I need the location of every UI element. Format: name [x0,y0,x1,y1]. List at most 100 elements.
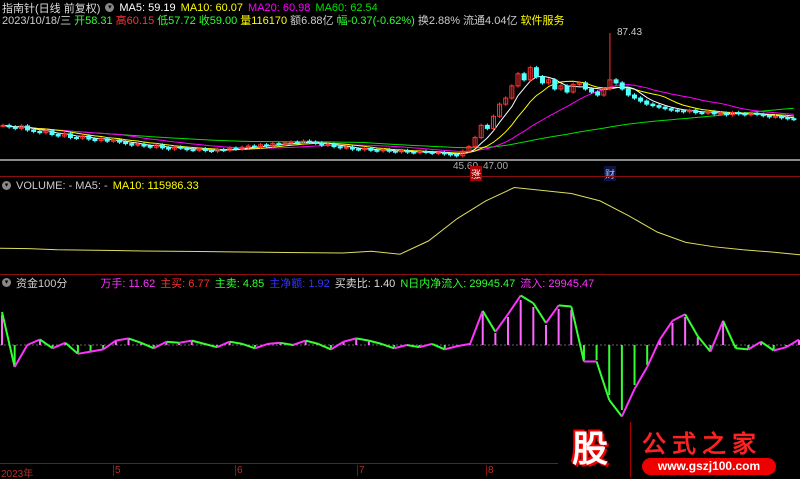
fund-line-segment [709,320,725,352]
stock-chart-window: 指南针(日线 前复权) ▾ MA5: 59.19 MA10: 60.07 MA2… [0,0,800,479]
fund-line-segment [204,342,218,349]
limit-up-tag[interactable]: 涨 [470,166,482,181]
candle-body [123,141,129,145]
indicator-settings-icon[interactable]: ▾ [2,278,11,287]
candle-body [423,150,429,153]
candle-body [674,109,680,112]
fund-bar [519,300,522,345]
fund-bar [76,345,79,353]
candle-body [589,88,595,93]
axis-label: 5 [113,465,121,476]
fund-bar [595,345,598,360]
candle-body [37,130,43,134]
fund-bar [608,345,611,395]
fund-line-segment [608,399,623,418]
candle-body [264,144,270,147]
candle-body [582,82,588,90]
buy-sell-ratio-label: 买卖比: 1.40 [334,277,396,290]
candle-body [435,152,441,155]
fund-line-segment [267,341,281,345]
volume-settings-icon[interactable]: ▾ [2,181,11,190]
fund-line-segment [26,338,41,346]
fund-line-segment [52,341,66,350]
candle-body [178,146,184,149]
fund-line-segment [356,337,370,342]
volume-header: ▾ VOLUME: - MA5: - MA10: 115986.33 [2,179,199,192]
candle-body [484,124,490,129]
fund-line-segment [457,342,471,348]
fund-bar [481,314,484,345]
panel-divider [0,176,800,177]
watermark-logo: 股 公式之家 www.gszj100.com [558,420,800,479]
fund-bar [557,309,560,345]
candle-body [159,144,165,149]
fund-line-segment [330,340,345,351]
candle-body [221,149,227,152]
candle-body [754,112,760,115]
candle-body [233,147,239,150]
candle-body [411,151,417,154]
candle-body [785,117,791,120]
fund-line-segment [481,310,497,333]
candle-body [405,150,411,153]
axis-label: 2023年 [1,469,34,479]
candle-body [540,76,546,84]
fund-line-segment [697,335,712,353]
fund-line-segment [191,339,205,345]
candle-body [662,106,668,110]
finance-tag[interactable]: 财 [604,166,616,181]
fund-line-segment [431,342,446,351]
fund-line-segment [545,304,560,324]
fund-bar [684,317,687,345]
fund-line-segment [672,313,686,322]
candle-body [631,94,637,99]
candle-body [337,146,343,149]
main-sell-label: 主卖: 4.85 [214,277,265,290]
candle-body [31,129,37,132]
fund-bar [532,307,535,345]
max-price-label: 87.43 [617,27,643,38]
candle-body [184,147,190,151]
fund-line-segment [595,361,611,401]
fund-line-segment [760,340,775,352]
candle-body [736,112,742,115]
logo-name: 公式之家 [642,431,762,458]
axis-label: 8 [486,465,494,476]
fund-line-segment [747,340,762,351]
chart-canvas[interactable] [0,0,800,479]
candle-body [613,79,619,84]
main-net-label: 主净额: 1.92 [269,277,330,290]
fund-line-segment [785,338,800,349]
candle-body [55,133,61,137]
candle-body [331,143,337,148]
candle-body [25,125,31,131]
candle-body [374,149,380,152]
volume-ma10-label: MA10: 115986.33 [112,179,199,192]
fund-line-segment [444,345,458,351]
candle-body [190,149,196,152]
candle-body [595,91,601,96]
fund-line-segment [216,340,231,349]
fund-bar [722,323,725,345]
candle-body [368,147,374,151]
candle-body [276,143,282,146]
candle-body [307,140,313,143]
fund-bar [570,310,573,345]
fund-line-segment [684,313,699,337]
fund-line-segment [558,304,572,308]
candle-body [288,141,294,144]
fund-line-segment [229,340,243,345]
time-axis: 2023年 5 6 7 8 [0,463,558,479]
fund-line-segment [520,294,534,305]
fund-line-segment [620,388,636,417]
indicator-header: ▾ 资金100分 万手: 11.62 主买: 6.77 主卖: 4.85 主净额… [2,275,594,291]
indicator-title[interactable]: 资金100分 [16,275,67,291]
min-price-label-2: 47.00 [483,161,509,172]
candle-body [429,151,435,154]
candle-body [166,147,172,150]
fund-bar [89,345,92,351]
candle-body [208,150,214,153]
candle-body [717,112,723,115]
candle-body [147,145,153,148]
candle-body [349,146,355,150]
